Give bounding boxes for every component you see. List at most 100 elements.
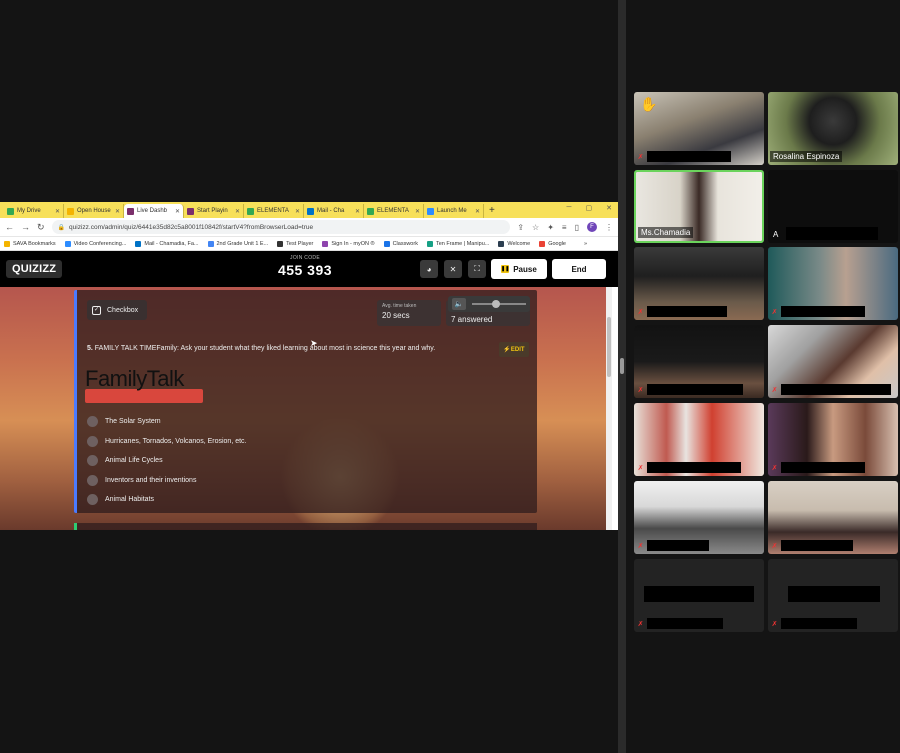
bookmark-item[interactable]: Classwork [383, 240, 418, 247]
tab-favicon-icon [247, 207, 254, 215]
video-tile[interactable]: ✗ [768, 481, 898, 554]
tab-close-icon[interactable]: ✕ [295, 208, 300, 215]
video-tile[interactable]: A [768, 170, 898, 243]
bookmark-item[interactable]: Video Conferencing... [64, 240, 126, 247]
video-tile-active-speaker[interactable]: Ms.Chamadia [634, 170, 764, 243]
browser-tab[interactable]: Start Playin ✕ [184, 204, 244, 218]
tab-close-icon[interactable]: ✕ [175, 208, 180, 215]
share-icon[interactable]: ⇪ [517, 223, 524, 232]
answer-options: The Solar System Hurricanes, Tornados, Vo… [87, 412, 247, 510]
sidepanel-icon[interactable]: ▯ [575, 223, 579, 232]
video-tile[interactable]: ✗ [768, 247, 898, 320]
nameplate: ✗ [770, 384, 891, 395]
option-radio[interactable] [87, 474, 98, 486]
video-tile[interactable]: ✗ [768, 559, 898, 632]
video-tile[interactable]: ✗ [634, 481, 764, 554]
menu-icon[interactable]: ⋮ [605, 223, 613, 232]
nameplate: ✗ [636, 306, 727, 317]
browser-tab[interactable]: Mail - Cha ✕ [304, 204, 364, 218]
profile-avatar[interactable]: F [587, 222, 597, 232]
volume-slider[interactable] [472, 300, 526, 308]
answer-option[interactable]: Animal Life Cycles [87, 451, 247, 471]
option-radio[interactable] [87, 416, 98, 428]
participant-name: Rosalina Espinoza [770, 151, 843, 162]
mute-icon[interactable]: ✕ [444, 260, 462, 278]
answer-option[interactable]: The Solar System [87, 412, 247, 432]
option-radio[interactable] [87, 455, 98, 467]
end-button[interactable]: End [552, 259, 606, 279]
quizizz-logo[interactable]: QUIZIZZ [6, 260, 63, 278]
browser-tab[interactable]: Launch Me ✕ [424, 204, 484, 218]
option-radio[interactable] [87, 435, 98, 447]
edit-button[interactable]: ⚡ EDIT [499, 342, 529, 357]
tab-close-icon[interactable]: ✕ [235, 208, 240, 215]
bookmark-item[interactable]: Sign In - myON ® [322, 240, 375, 247]
browser-tab[interactable]: ELEMENTA ✕ [244, 204, 304, 218]
tab-close-icon[interactable]: ✕ [355, 208, 360, 215]
video-tile[interactable]: ✗ [634, 403, 764, 476]
divider-handle[interactable] [620, 358, 624, 374]
redacted-name [781, 618, 857, 629]
minimize-icon[interactable]: ─ [567, 204, 572, 212]
redacted-name [647, 306, 727, 317]
muted-mic-icon: ✗ [637, 464, 644, 472]
queue-icon[interactable]: ≡ [562, 223, 567, 232]
speaker-icon[interactable]: 🔈 [452, 298, 466, 310]
close-icon[interactable]: ✕ [606, 204, 612, 212]
redacted-name [647, 151, 731, 162]
browser-tab[interactable]: Live Dashb ✕ [124, 204, 184, 218]
tab-close-icon[interactable]: ✕ [115, 208, 120, 215]
url-text: quizizz.com/admin/quiz/6441e35d82c5a8001… [69, 223, 314, 231]
volume-knob[interactable] [492, 300, 500, 308]
join-code: 455 393 [277, 262, 333, 278]
toolbar-icons: ⇪ ☆ ✦ ≡ ▯ F ⋮ [517, 222, 613, 232]
bookmark-item[interactable]: 2nd Grade Unit 1 E... [207, 240, 268, 247]
fullscreen-icon[interactable]: ⛶ [468, 260, 486, 278]
pause-button[interactable]: ❚❚ Pause [491, 259, 547, 279]
answer-option[interactable]: Animal Habitats [87, 490, 247, 510]
video-tile[interactable]: ✗ [768, 403, 898, 476]
split-divider[interactable] [618, 0, 626, 753]
bookmark-item[interactable]: Mail - Chamadia, Fa... [135, 240, 199, 247]
bookmark-item[interactable]: Google [539, 240, 566, 247]
video-tile[interactable]: ✗ [634, 559, 764, 632]
scroll-thumb[interactable] [607, 317, 611, 377]
bookmark-item[interactable]: » [574, 240, 587, 247]
answer-option[interactable]: Hurricanes, Tornados, Volcanos, Erosion,… [87, 432, 247, 452]
bookmark-icon [574, 240, 581, 247]
video-tile[interactable]: Rosalina Espinoza [768, 92, 898, 165]
video-tile[interactable]: ✗ [768, 325, 898, 398]
bookmark-item[interactable]: SAVA Bookmarks [4, 240, 56, 247]
maximize-icon[interactable]: ▢ [586, 204, 593, 212]
star-icon[interactable]: ☆ [532, 223, 539, 232]
video-tile[interactable]: ✗ [634, 325, 764, 398]
extensions-icon[interactable]: ✦ [547, 223, 554, 232]
new-tab-button[interactable]: + [484, 204, 500, 218]
nameplate: ✗ [636, 151, 731, 162]
tab-close-icon[interactable]: ✕ [475, 208, 480, 215]
raised-hand-icon: ✋ [640, 96, 658, 112]
mouse-cursor-icon: ➤ [310, 338, 318, 348]
browser-tab[interactable]: Open House ✕ [64, 204, 124, 218]
bookmark-item[interactable]: Test Player [277, 240, 313, 247]
palette-icon[interactable]: ◕ [420, 260, 438, 278]
back-icon[interactable]: ← [5, 222, 14, 232]
tab-close-icon[interactable]: ✕ [55, 208, 60, 215]
participant-name: Ms.Chamadia [638, 227, 694, 238]
option-radio[interactable] [87, 494, 98, 506]
forward-icon[interactable]: → [21, 222, 30, 232]
avg-time-label: Avg. time taken [382, 303, 417, 309]
bookmark-label: » [583, 240, 587, 247]
page-scrollbar[interactable] [606, 287, 612, 530]
browser-tab[interactable]: My Drive ✕ [4, 204, 64, 218]
answer-option[interactable]: Inventors and their inventions [87, 471, 247, 491]
tab-close-icon[interactable]: ✕ [415, 208, 420, 215]
url-field[interactable]: 🔒 quizizz.com/admin/quiz/6441e35d82c5a80… [51, 220, 511, 234]
bookmark-item[interactable]: Ten Frame | Manipu... [426, 240, 489, 247]
redacted-bar [788, 586, 880, 602]
video-tile[interactable]: ✋ ✗ [634, 92, 764, 165]
browser-tab[interactable]: ELEMENTA ✕ [364, 204, 424, 218]
video-tile[interactable]: ✗ [634, 247, 764, 320]
reload-icon[interactable]: ↻ [37, 222, 45, 233]
bookmark-item[interactable]: Welcome [498, 240, 530, 247]
